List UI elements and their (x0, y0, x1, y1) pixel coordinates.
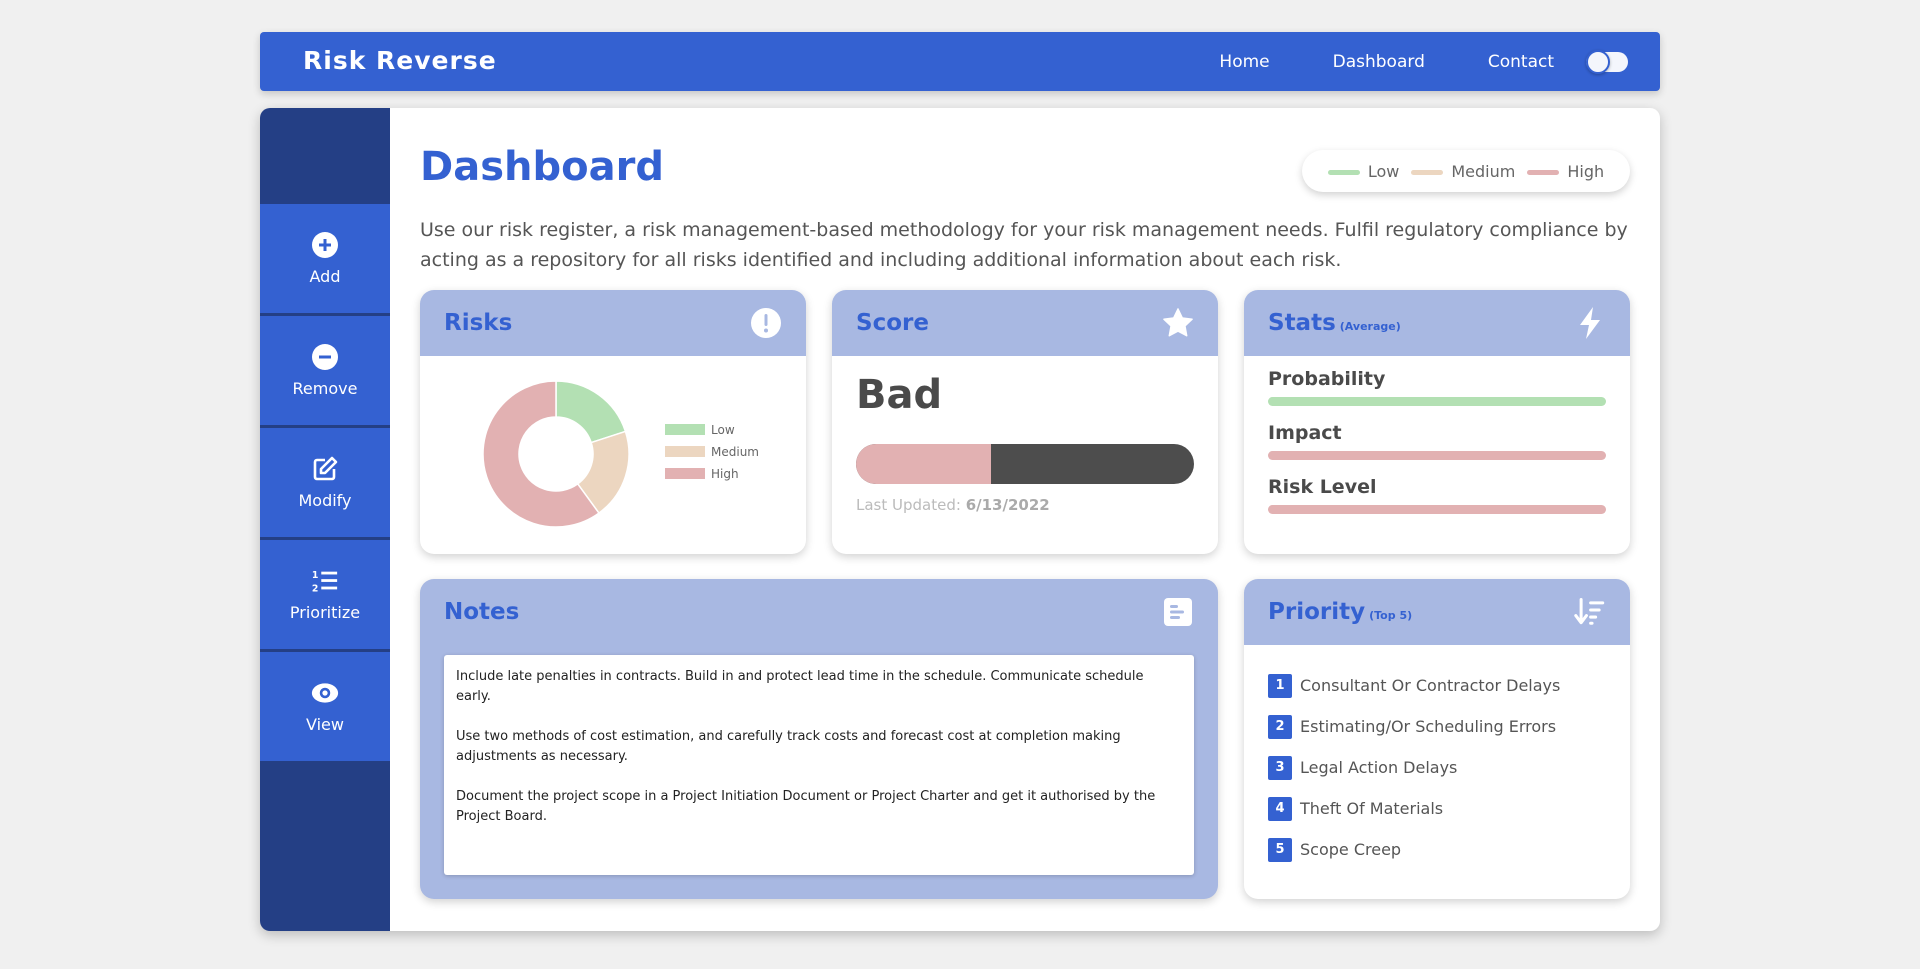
notes-icon (1162, 596, 1194, 628)
list-ordered-icon: 12 (311, 567, 339, 595)
risks-title: Risks (444, 310, 513, 336)
list-item[interactable]: 1 Consultant Or Contractor Delays (1268, 665, 1560, 706)
chart-legend-swatch (665, 446, 705, 457)
priority-number: 4 (1268, 796, 1292, 821)
note-paragraph: Use two methods of cost estimation, and … (456, 729, 1121, 764)
stat-impact: Impact (1268, 422, 1606, 460)
chart-legend-label: Medium (711, 445, 759, 459)
sidebar-item-remove[interactable]: Remove (260, 316, 390, 425)
note-paragraph: Include late penalties in contracts. Bui… (456, 669, 1144, 704)
score-value: Bad (856, 372, 943, 418)
nav-contact-link[interactable]: Contact (1488, 52, 1554, 72)
stats-card: Stats (Average) Probability Impact Risk L… (1244, 290, 1630, 554)
plus-circle-icon (311, 231, 339, 259)
risks-card: Risks Low Medium High (420, 290, 806, 554)
priority-number: 1 (1268, 673, 1292, 698)
nav-home-link[interactable]: Home (1219, 52, 1269, 72)
sidebar-item-label: Modify (298, 491, 352, 510)
eye-icon (311, 679, 339, 707)
stat-label: Probability (1268, 368, 1386, 390)
theme-toggle[interactable] (1586, 50, 1628, 74)
legend-item-low: Low (1327, 162, 1399, 181)
brand-logo[interactable]: Risk Reverse (303, 46, 497, 75)
list-item[interactable]: 5 Scope Creep (1268, 829, 1560, 870)
priority-card: Priority (Top 5) 1 Consultant Or Contracto… (1244, 579, 1630, 899)
priority-label: Consultant Or Contractor Delays (1300, 676, 1561, 695)
sidebar-item-modify[interactable]: Modify (260, 428, 390, 537)
edit-icon (311, 455, 339, 483)
minus-circle-icon (311, 343, 339, 371)
priority-list: 1 Consultant Or Contractor Delays 2 Estima… (1268, 665, 1560, 870)
priority-number: 5 (1268, 837, 1292, 862)
page-description: Use our risk register, a risk management… (420, 219, 1628, 271)
legend-item-medium: Medium (1411, 162, 1515, 181)
severity-legend: Low Medium High (1302, 150, 1630, 192)
notes-card: Notes Include late penalties in contract… (420, 579, 1218, 899)
last-updated-date: 6/13/2022 (965, 496, 1050, 514)
list-item[interactable]: 3 Legal Action Delays (1268, 747, 1560, 788)
risks-card-header: Risks (420, 290, 806, 356)
stat-bar (1268, 397, 1606, 406)
stat-probability: Probability (1268, 368, 1606, 406)
note-paragraph: Document the project scope in a Project … (456, 789, 1156, 824)
priority-number: 3 (1268, 755, 1292, 780)
lightning-icon (1574, 307, 1606, 339)
chart-legend-label: High (711, 467, 739, 481)
sidebar-item-prioritize[interactable]: 12 Prioritize (260, 540, 390, 649)
stat-bar (1268, 505, 1606, 514)
notes-textarea[interactable]: Include late penalties in contracts. Bui… (444, 655, 1194, 875)
page-title: Dashboard (420, 144, 664, 190)
stats-title: Stats (Average) (1268, 310, 1401, 336)
star-icon (1162, 307, 1194, 339)
list-item[interactable]: 2 Estimating/Or Scheduling Errors (1268, 706, 1560, 747)
sidebar-item-label: Add (309, 267, 341, 286)
pie-slice-low[interactable] (555, 380, 627, 444)
risk-donut-chart: Low Medium High (482, 380, 759, 528)
priority-card-header: Priority (Top 5) (1244, 579, 1630, 645)
score-progress-fill (856, 444, 992, 484)
priority-label: Legal Action Delays (1300, 758, 1458, 777)
stat-risk-level: Risk Level (1268, 476, 1606, 514)
score-title: Score (856, 310, 929, 336)
priority-number: 2 (1268, 714, 1292, 739)
stat-bar (1268, 451, 1606, 460)
svg-text:1: 1 (312, 570, 319, 581)
list-item[interactable]: 4 Theft Of Materials (1268, 788, 1560, 829)
priority-subtitle: (Top 5) (1369, 609, 1413, 622)
toggle-knob (1586, 50, 1610, 74)
stats-subtitle: (Average) (1339, 320, 1401, 333)
last-updated: Last Updated: 6/13/2022 (856, 496, 1050, 514)
legend-item-high: High (1527, 162, 1604, 181)
stat-label: Impact (1268, 422, 1342, 444)
stat-label: Risk Level (1268, 476, 1377, 498)
chart-legend-swatch (665, 468, 705, 479)
sidebar-item-view[interactable]: View (260, 652, 390, 761)
sidebar-item-label: Remove (292, 379, 358, 398)
score-card-header: Score (832, 290, 1218, 356)
top-navbar: Risk Reverse Home Dashboard Contact (260, 32, 1660, 91)
priority-label: Theft Of Materials (1300, 799, 1444, 818)
score-progress-bar (856, 444, 1194, 484)
sidebar-item-label: Prioritize (289, 603, 361, 622)
notes-title: Notes (444, 599, 520, 625)
priority-label: Estimating/Or Scheduling Errors (1300, 717, 1557, 736)
alert-icon (750, 307, 782, 339)
dashboard-shell: Add Remove Modify 12 Prioritize View Das… (260, 108, 1660, 931)
notes-card-header: Notes (420, 579, 1218, 645)
sidebar-item-add[interactable]: Add (260, 204, 390, 313)
sort-desc-icon[interactable] (1574, 596, 1606, 628)
nav-dashboard-link[interactable]: Dashboard (1333, 52, 1425, 72)
sidebar: Add Remove Modify 12 Prioritize View (260, 108, 390, 931)
priority-title: Priority (Top 5) (1268, 599, 1413, 625)
chart-legend-label: Low (711, 423, 735, 437)
stats-card-header: Stats (Average) (1244, 290, 1630, 356)
nav-links: Home Dashboard Contact (1219, 32, 1554, 91)
sidebar-item-label: View (306, 715, 344, 734)
priority-label: Scope Creep (1300, 840, 1402, 859)
svg-text:2: 2 (312, 583, 319, 594)
chart-legend-swatch (665, 424, 705, 435)
score-card: Score Bad Last Updated: 6/13/2022 (832, 290, 1218, 554)
